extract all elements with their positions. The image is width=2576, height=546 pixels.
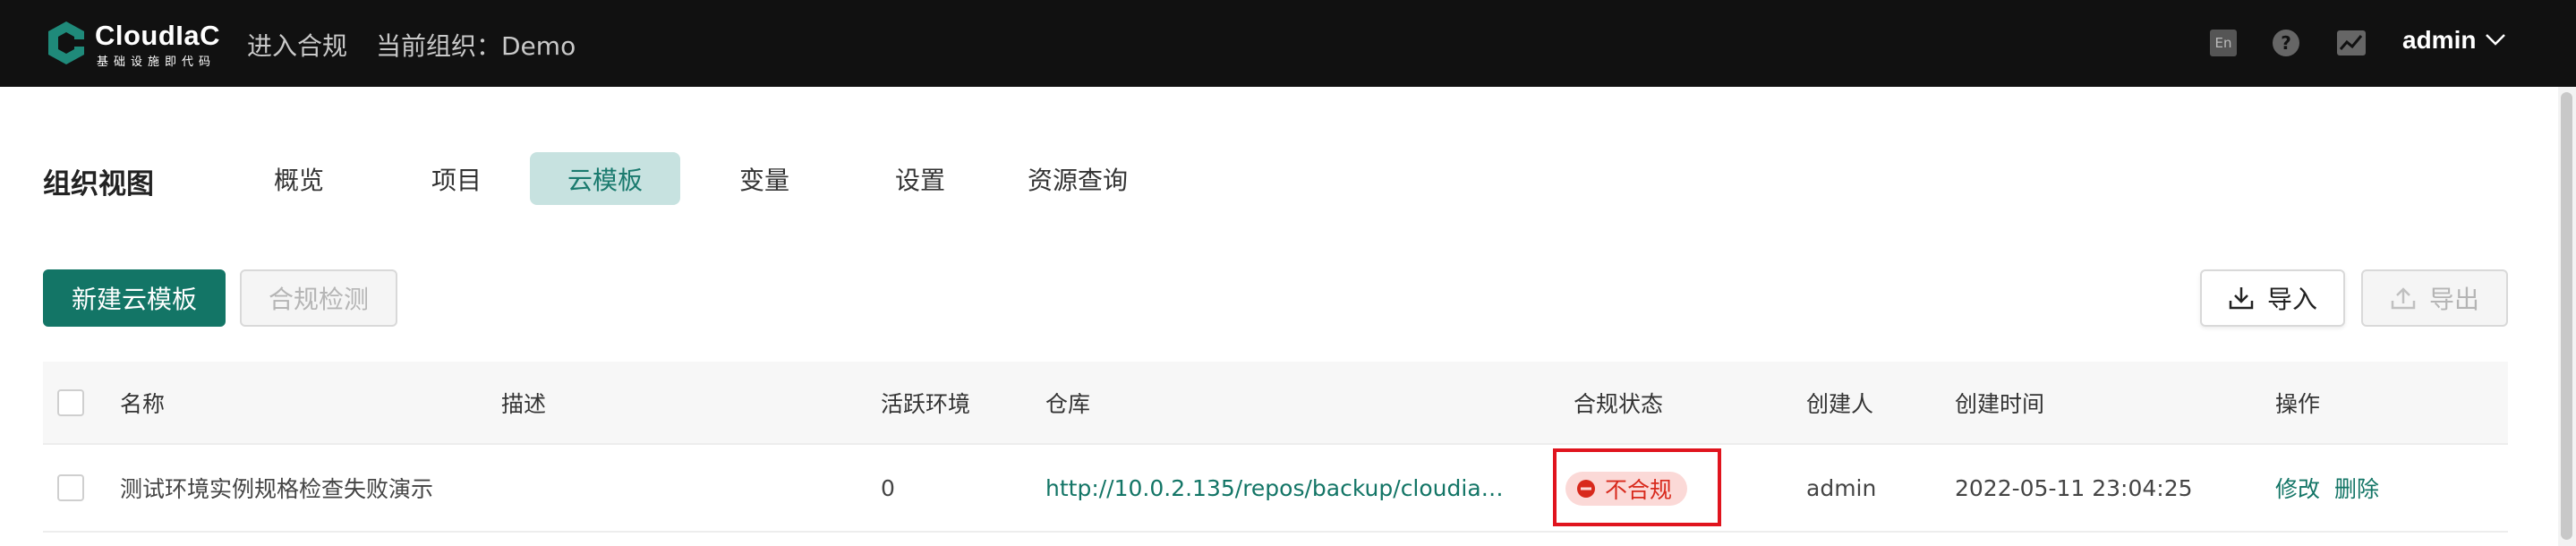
org-view-title: 组织视图: [43, 168, 154, 200]
compliance-check-button[interactable]: 合规检测: [240, 269, 397, 327]
tab-settings[interactable]: 设置: [872, 152, 968, 205]
row-checkbox[interactable]: [57, 474, 84, 501]
row-actions: 修改 删除: [2275, 445, 2393, 531]
status-badge-label: 不合规: [1605, 477, 1673, 503]
column-header-description: 描述: [501, 390, 547, 417]
enter-compliance-link[interactable]: 进入合规: [247, 27, 347, 63]
user-menu[interactable]: admin: [2402, 26, 2476, 55]
column-header-actions: 操作: [2275, 390, 2321, 417]
template-name[interactable]: 测试环境实例规格检查失败演示: [120, 445, 433, 531]
logo-subtitle: 基础设施即代码: [97, 55, 217, 69]
repo-cell: http://10.0.2.135/repos/backup/cloudiac/…: [1045, 445, 1511, 531]
status-badge: 不合规: [1565, 472, 1687, 506]
tab-projects[interactable]: 项目: [408, 152, 505, 205]
export-label: 导出: [2428, 285, 2479, 314]
edit-link[interactable]: 修改: [2275, 472, 2320, 504]
tab-overview[interactable]: 概览: [251, 152, 347, 205]
compliance-check-label: 合规检测: [268, 285, 369, 314]
created-at: 2022-05-11 23:04:25: [1955, 474, 2193, 501]
delete-link[interactable]: 删除: [2334, 472, 2379, 504]
tab-cloud-templates[interactable]: 云模板: [530, 152, 680, 205]
create-template-button[interactable]: 新建云模板: [43, 269, 226, 327]
column-header-name[interactable]: 名称: [120, 362, 165, 443]
creator: admin: [1806, 474, 1877, 501]
column-header-compliance-status: 合规状态: [1574, 390, 1664, 417]
table-row: 测试环境实例规格检查失败演示 0 http://10.0.2.135/repos…: [43, 445, 2508, 533]
download-icon: [2228, 285, 2255, 311]
logo[interactable]: CloudIaC 基础设施即代码: [45, 18, 233, 70]
import-label: 导入: [2266, 285, 2317, 314]
column-header-created-at[interactable]: 创建时间: [1955, 362, 2044, 443]
select-all-checkbox[interactable]: [57, 388, 84, 416]
export-button[interactable]: 导出: [2361, 269, 2508, 327]
svg-text:?: ?: [2281, 32, 2291, 54]
tab-variables[interactable]: 变量: [716, 152, 813, 205]
repo-link[interactable]: http://10.0.2.135/repos/backup/cloudiac/…: [1045, 475, 1511, 501]
minus-circle-icon: [1576, 479, 1596, 499]
upload-icon: [2390, 285, 2417, 311]
tab-resource-query[interactable]: 资源查询: [1017, 152, 1139, 205]
create-template-label: 新建云模板: [71, 285, 197, 314]
page-scrollbar[interactable]: [2558, 87, 2576, 546]
top-header: CloudIaC 基础设施即代码 进入合规 当前组织：Demo En ? adm…: [0, 0, 2576, 87]
language-switch-label: En: [2210, 30, 2237, 56]
column-header-active-envs: 活跃环境: [881, 390, 971, 417]
scrollbar-thumb[interactable]: [2561, 92, 2572, 540]
import-button[interactable]: 导入: [2200, 269, 2345, 327]
language-switch-icon[interactable]: En: [2208, 28, 2239, 58]
line-chart-icon[interactable]: [2336, 28, 2367, 58]
active-envs-count: 0: [881, 474, 895, 501]
current-org-selector[interactable]: 当前组织：Demo: [376, 27, 576, 63]
cloudiac-logo-icon: [48, 21, 88, 64]
column-header-repo: 仓库: [1045, 390, 1091, 417]
column-header-creator: 创建人: [1806, 390, 1874, 417]
chevron-down-icon[interactable]: [2485, 32, 2506, 47]
compliance-status-highlight: 不合规: [1553, 448, 1721, 526]
table-header: 名称 描述 活跃环境 仓库 合规状态 创建人 创建时间 操作: [43, 362, 2508, 445]
question-circle-icon[interactable]: ?: [2271, 28, 2301, 58]
logo-name: CloudIaC: [95, 20, 221, 51]
